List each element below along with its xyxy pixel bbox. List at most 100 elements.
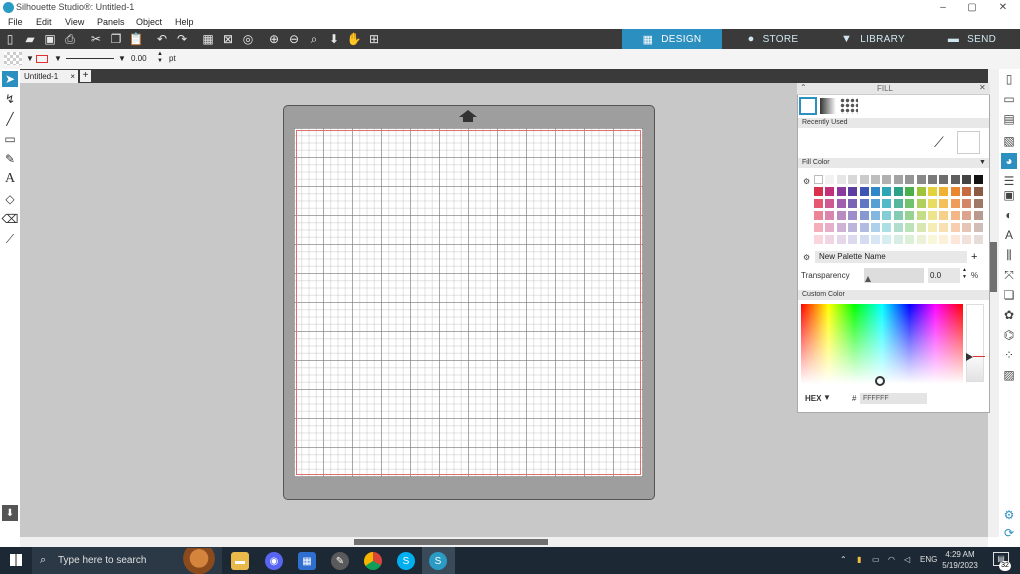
print-icon[interactable]: ⎙ [62,31,78,47]
group-icon[interactable]: ▦ [200,31,216,47]
palette-swatch[interactable] [825,223,835,232]
palette-swatch[interactable] [893,223,903,232]
palette-swatch[interactable] [825,175,835,184]
battery-icon[interactable]: ▭ [872,555,880,564]
menu-help[interactable]: Help [175,17,194,27]
brightness-slider-handle-icon[interactable] [966,353,973,361]
palette-swatch[interactable] [939,235,949,244]
palette-swatch[interactable] [950,199,960,208]
skype-icon[interactable]: S [397,552,415,570]
palette-swatch[interactable] [905,211,915,220]
dots-panel-icon[interactable]: ⁘ [1001,347,1017,363]
horizontal-scroll-thumb[interactable] [354,539,548,545]
line-width-stepper[interactable]: ▲ ▼ [157,51,163,65]
palette-swatch[interactable] [916,199,926,208]
tray-overflow-icon[interactable]: ⌃ [840,555,847,564]
line-tool-icon[interactable]: ╱ [2,111,18,127]
fill-palette-icon[interactable]: ◕ [1001,153,1017,169]
ungroup-icon[interactable]: ⊠ [220,31,236,47]
copy-icon[interactable]: ❐ [108,31,124,47]
palette-swatch[interactable] [939,175,949,184]
discord-icon[interactable]: ◉ [265,552,283,570]
palette-swatch[interactable] [905,223,915,232]
hatch-panel-icon[interactable]: ▨ [1001,367,1017,383]
palette-swatch[interactable] [973,187,983,196]
offset-panel-icon[interactable]: ❏ [1001,287,1017,303]
fit-to-page-icon[interactable]: ⬇ [326,31,342,47]
palette-swatch[interactable] [962,235,972,244]
open-folder-icon[interactable]: ▰ [22,31,38,47]
palette-swatch[interactable] [814,199,823,208]
silhouette-studio-taskbar-icon[interactable]: S [429,552,447,570]
palette-swatch[interactable] [836,187,846,196]
palette-swatch[interactable] [962,175,972,184]
paste-icon[interactable]: 📋 [128,31,144,47]
transform-panel-icon[interactable]: ⫼ [1001,247,1017,263]
zoom-out-icon[interactable]: ⊖ [286,31,302,47]
palette-swatch[interactable] [859,175,869,184]
line-color-dropdown-icon[interactable]: ▼ [54,54,62,63]
new-palette-name-field[interactable]: New Palette Name [815,251,967,263]
minimize-button[interactable]: – [928,1,958,15]
settings-gear-icon[interactable]: ⚙ [1001,507,1017,523]
tab-store[interactable]: ● STORE [724,29,822,49]
calculator-icon[interactable]: ▦ [298,552,316,570]
palette-swatch[interactable] [882,235,892,244]
library-panel-icon[interactable]: ▤ [1001,111,1017,127]
palette-swatch[interactable] [859,199,869,208]
menu-panels[interactable]: Panels [97,17,125,27]
close-panel-icon[interactable]: ✕ [979,83,986,92]
palette-swatch[interactable] [950,211,960,220]
palette-swatch[interactable] [928,223,937,232]
palette-swatch[interactable] [848,199,858,208]
send-panel-icon[interactable]: ▭ [1001,91,1017,107]
add-palette-button[interactable]: + [971,251,977,263]
refresh-icon[interactable]: ⟳ [1001,525,1017,541]
chrome-icon[interactable] [364,552,382,570]
draw-pencil-icon[interactable]: ✎ [2,151,18,167]
palette-swatch[interactable] [836,235,846,244]
trace-image-icon[interactable]: ⌬ [1001,327,1017,343]
palette-swatch[interactable] [871,187,880,196]
palette-swatch[interactable] [916,211,926,220]
tab-send[interactable]: ▬ SEND [924,29,1020,49]
fill-pattern-icon[interactable] [4,52,22,65]
palette-swatch[interactable] [814,175,823,184]
palette-swatch[interactable] [825,235,835,244]
palette-swatch[interactable] [859,187,869,196]
recent-color-swatch[interactable] [957,131,980,154]
palette-swatch[interactable] [882,175,892,184]
palette-swatch[interactable] [825,199,835,208]
color-spectrum-picker[interactable] [801,304,963,384]
select-arrow-icon[interactable]: ➤ [2,71,18,87]
palette-swatch[interactable] [950,223,960,232]
pan-hand-icon[interactable]: ✋ [346,31,362,47]
document-tab[interactable]: Untitled-1 × [20,70,78,83]
eyedropper-picker-icon[interactable]: ⟋ [934,134,950,150]
palette-swatch[interactable] [814,187,823,196]
menu-file[interactable]: File [8,17,23,27]
maximize-button[interactable]: ▢ [957,1,987,15]
taskbar-clock[interactable]: 4:29 AM 5/19/2023 [940,549,980,571]
knife-tool-icon[interactable]: ◇ [2,191,18,207]
wifi-icon[interactable]: ◠ [888,555,895,564]
save-icon[interactable]: ▣ [42,31,58,47]
line-style-panel-icon[interactable]: ▧ [1001,133,1017,149]
line-style-dropdown-icon[interactable]: ▼ [118,54,126,63]
palette-swatch[interactable] [893,187,903,196]
palette-swatch[interactable] [836,211,846,220]
transparency-stepper[interactable]: ▲ ▼ [962,267,967,281]
redo-icon[interactable]: ↷ [174,31,190,47]
palette-swatch[interactable] [962,187,972,196]
import-download-icon[interactable]: ⬇ [2,505,18,521]
palette-swatch[interactable] [848,187,858,196]
zoom-selection-icon[interactable]: ⌕ [306,31,322,47]
palette-swatch[interactable] [814,211,823,220]
palette-swatch[interactable] [848,175,858,184]
palette-swatch[interactable] [939,211,949,220]
palette-swatch[interactable] [939,199,949,208]
palette-swatch[interactable] [916,223,926,232]
palette-swatch[interactable] [893,199,903,208]
point-edit-icon[interactable]: ↯ [2,91,18,107]
palette-swatch[interactable] [973,223,983,232]
